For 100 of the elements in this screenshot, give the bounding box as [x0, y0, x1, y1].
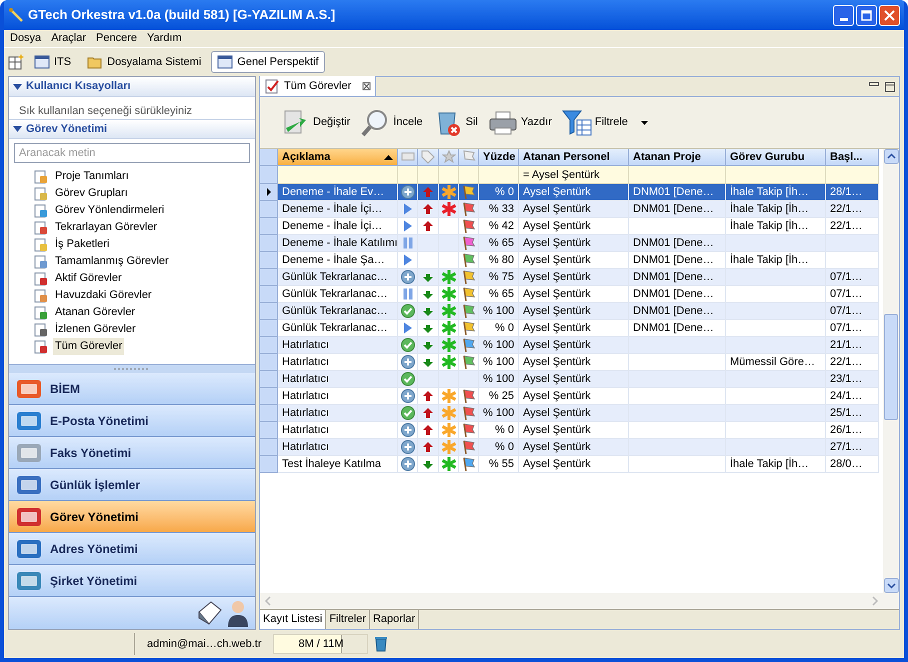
table-cell: İhale Takip [İh…: [726, 184, 826, 201]
scroll-thumb[interactable]: [884, 314, 898, 420]
section-header[interactable]: Görev Yönetimi: [9, 119, 255, 139]
table-cell: 07/1…: [826, 269, 879, 286]
memory-bar: 8M / 11M: [273, 634, 368, 654]
row-header[interactable]: [260, 184, 278, 201]
tree-item[interactable]: Tekrarlayan Görevler: [53, 219, 160, 236]
table-cell: Günlük Tekrarlanac…: [278, 303, 398, 320]
horizontal-scrollbar[interactable]: [260, 593, 883, 609]
document-icon: [34, 322, 48, 336]
filter-cell[interactable]: [398, 166, 418, 184]
shortcuts-hint: Sık kullanılan seçeneği sürükleyiniz: [18, 104, 194, 119]
menu-item[interactable]: Pencere: [92, 30, 142, 47]
menu-item[interactable]: Dosya: [6, 30, 46, 47]
view-tab[interactable]: Kayıt Listesi: [260, 610, 326, 629]
table-cell: DNM01 [Dene…: [629, 320, 726, 337]
toolbar-button[interactable]: Yazdır: [488, 104, 552, 140]
tree-item[interactable]: İzlenen Görevler: [53, 321, 138, 338]
table-cell: Deneme - İhale İçi…: [278, 218, 398, 235]
search-field[interactable]: Aranacak metin: [14, 143, 250, 163]
monitor-icon: [400, 152, 414, 162]
perspective-button[interactable]: ITS: [28, 51, 78, 73]
toolbar-button[interactable]: Sil: [432, 104, 478, 140]
tree-item[interactable]: İş Paketleri: [53, 236, 112, 253]
column-header[interactable]: [459, 149, 479, 166]
filter-cell[interactable]: [278, 166, 398, 184]
filter-cell[interactable]: [418, 166, 439, 184]
tree-item[interactable]: Görev Grupları: [53, 185, 130, 202]
close-icon: [884, 10, 895, 20]
maximize-button[interactable]: [856, 4, 877, 26]
column-header[interactable]: Atanan Personel: [519, 149, 629, 166]
menu-item[interactable]: Yardım: [143, 30, 186, 47]
toolbar-button[interactable]: Değiştir: [280, 104, 350, 140]
section-header[interactable]: Kullanıcı Kısayolları: [9, 77, 255, 97]
module-button[interactable]: E-Posta Yönetimi: [9, 405, 255, 437]
minimize-view-icon[interactable]: [869, 82, 879, 86]
editor-tab[interactable]: Tüm Görevler ⊠: [260, 76, 376, 96]
module-button[interactable]: Görev Yönetimi: [9, 501, 255, 533]
tree-item[interactable]: Görev Yönlendirmeleri: [53, 202, 166, 219]
table-cell: DNM01 [Dene…: [629, 252, 726, 269]
column-header[interactable]: Başl...: [826, 149, 879, 166]
column-header[interactable]: Yüzde: [479, 149, 519, 166]
table-cell: 22/1…: [826, 201, 879, 218]
filter-cell[interactable]: [439, 166, 459, 184]
trash-icon[interactable]: [374, 636, 388, 652]
close-button[interactable]: [879, 4, 900, 26]
document-icon: [34, 170, 48, 184]
table-cell: 22/1…: [826, 218, 879, 235]
baton-icon: [8, 7, 24, 23]
document-icon: [34, 272, 48, 286]
table-cell: % 65: [479, 235, 519, 252]
table-cell: DNM01 [Dene…: [629, 235, 726, 252]
table-cell: 26/1…: [826, 422, 879, 439]
module-button[interactable]: Şirket Yönetimi: [9, 565, 255, 597]
tree-item[interactable]: Tüm Görevler: [53, 338, 124, 355]
tree-item[interactable]: Atanan Görevler: [53, 304, 138, 321]
filter-cell[interactable]: [479, 166, 519, 184]
column-header[interactable]: Açıklama: [278, 149, 398, 166]
tree-item[interactable]: Havuzdaki Görevler: [53, 287, 154, 304]
column-header[interactable]: [398, 149, 418, 166]
document-icon: [34, 306, 48, 320]
filter-cell[interactable]: [629, 166, 726, 184]
tree-item[interactable]: Aktif Görevler: [53, 270, 124, 287]
filter-cell[interactable]: [726, 166, 826, 184]
table-cell: Aysel Şentürk: [519, 303, 629, 320]
user-silhouette-icon[interactable]: [227, 599, 249, 627]
filter-cell[interactable]: [459, 166, 479, 184]
table-cell: 22/1…: [826, 354, 879, 371]
menu-item[interactable]: Araçlar: [47, 30, 90, 47]
module-button[interactable]: Faks Yönetimi: [9, 437, 255, 469]
module-button[interactable]: Adres Yönetimi: [9, 533, 255, 565]
toolbar-button[interactable]: Filtrele: [562, 104, 648, 140]
new-perspective-icon[interactable]: [8, 54, 24, 70]
module-button[interactable]: Günlük İşlemler: [9, 469, 255, 501]
minimize-button[interactable]: [833, 4, 854, 26]
tree-item[interactable]: Proje Tanımları: [53, 168, 131, 185]
table-cell: Hatırlatıcı: [278, 371, 398, 388]
maximize-view-icon[interactable]: [885, 82, 895, 92]
scroll-down-icon[interactable]: [884, 578, 898, 593]
module-button[interactable]: BİEM: [9, 373, 255, 405]
column-header[interactable]: Atanan Proje: [629, 149, 726, 166]
scroll-up-icon[interactable]: [884, 149, 898, 164]
table-cell: % 80: [479, 252, 519, 269]
filter-cell[interactable]: = Aysel Şentürk: [519, 166, 629, 184]
perspective-button[interactable]: Dosyalama Sistemi: [81, 51, 208, 73]
column-header[interactable]: Görev Gurubu: [726, 149, 826, 166]
filter-cell[interactable]: [826, 166, 879, 184]
perspective-button[interactable]: Genel Perspektif: [211, 51, 325, 73]
table-cell: DNM01 [Dene…: [629, 201, 726, 218]
document-icon: [34, 186, 48, 200]
table-cell: Deneme - İhale Şa…: [278, 252, 398, 269]
table-cell: Aysel Şentürk: [519, 456, 629, 473]
tree-item[interactable]: Tamamlanmış Görevler: [53, 253, 171, 270]
column-header[interactable]: [418, 149, 439, 166]
vertical-scrollbar[interactable]: [883, 149, 899, 609]
splitter-handle[interactable]: [9, 364, 255, 373]
current-row-icon: [266, 188, 270, 196]
column-header[interactable]: [439, 149, 459, 166]
toolbar-button[interactable]: İncele: [360, 104, 423, 140]
tab-close-button[interactable]: ⊠: [361, 77, 372, 95]
